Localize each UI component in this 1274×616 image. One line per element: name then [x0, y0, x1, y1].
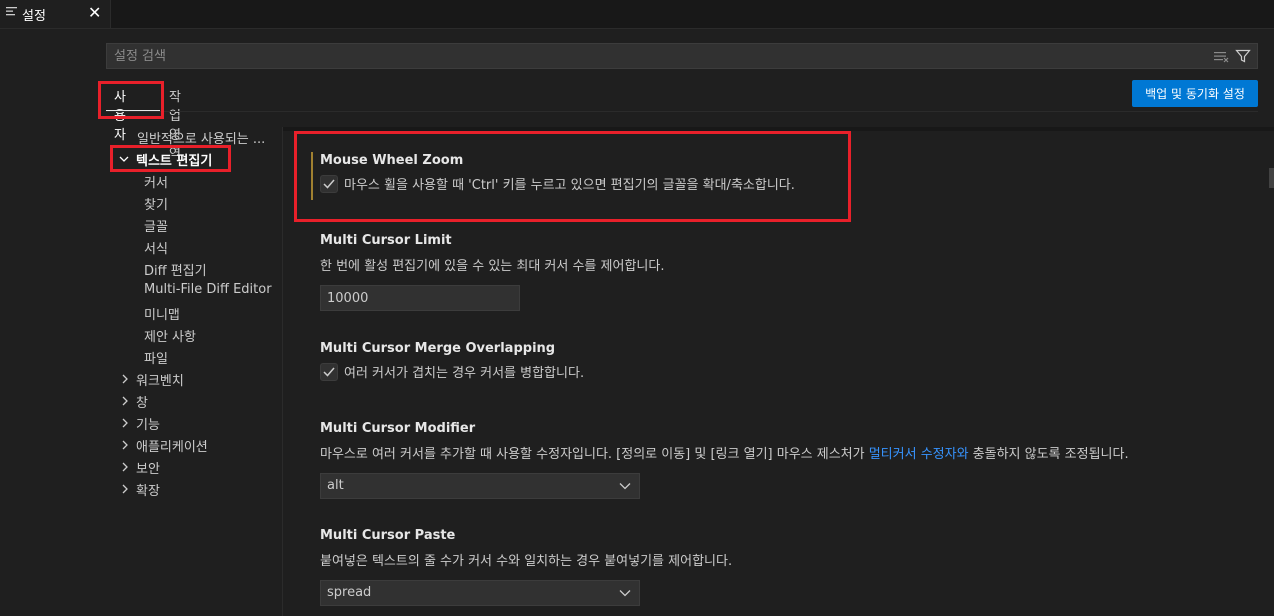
toc-item-multi-file-diff-editor[interactable]: Multi-File Diff Editor [144, 282, 272, 297]
setting-multi-cursor-modifier: Multi Cursor Modifier 마우스로 여러 커서를 추가할 때 … [320, 421, 1129, 499]
close-icon[interactable]: ✕ [88, 3, 101, 22]
dropdown-value: alt [327, 478, 344, 493]
toc-item-cursor[interactable]: 커서 [144, 172, 168, 191]
checkbox-label: 여러 커서가 겹치는 경우 커서를 병합합니다. [344, 366, 585, 381]
setting-multi-cursor-merge-overlapping: Multi Cursor Merge Overlapping 여러 커서가 겹치… [320, 341, 584, 381]
toc-item-suggestions[interactable]: 제안 사항 [144, 326, 196, 345]
multi-cursor-limit-input[interactable] [320, 285, 520, 311]
setting-description: 마우스로 여러 커서를 추가할 때 사용할 수정자입니다. [정의로 이동] 및… [320, 443, 1129, 462]
settings-list-icon [6, 7, 17, 16]
toc-item-diff-editor[interactable]: Diff 편집기 [144, 260, 207, 279]
description-text: 충돌하지 않도록 조정됩니다. [968, 447, 1129, 462]
tab-user[interactable]: 사용자 [114, 86, 126, 143]
multi-cursor-merge-checkbox[interactable] [320, 362, 338, 381]
content-sticky-header [282, 127, 1274, 131]
settings-search-input[interactable] [107, 44, 1221, 68]
highlight-box-user-tab [98, 81, 164, 119]
description-text: 마우스로 여러 커서를 추가할 때 사용할 수정자입니다. [정의로 이동] 및… [320, 447, 869, 462]
toc-item-find[interactable]: 찾기 [144, 194, 168, 213]
chevron-down-icon [619, 483, 631, 490]
check-icon [323, 179, 335, 189]
chevron-down-icon [619, 590, 631, 597]
setting-title: Multi Cursor Paste [320, 528, 456, 543]
setting-checkbox-row: 마우스 휠을 사용할 때 'Ctrl' 키를 누르고 있으면 편집기의 글꼴을 … [320, 174, 795, 193]
editor-tab-bar: 설정 ✕ [0, 0, 1274, 29]
setting-title: Multi Cursor Limit [320, 233, 452, 248]
toc-item-extensions[interactable]: 확장 [136, 480, 160, 499]
tab-settings[interactable]: 설정 ✕ [0, 0, 111, 28]
toc-item-common[interactable]: 일반적으로 사용되는 ... [137, 128, 265, 147]
toc-item-formatting[interactable]: 서식 [144, 238, 168, 257]
toc-item-application[interactable]: 애플리케이션 [136, 436, 208, 455]
multi-cursor-modifier-link[interactable]: 멀티커서 수정자와 [869, 447, 969, 462]
toc-item-files[interactable]: 파일 [144, 348, 168, 367]
chevron-right-icon[interactable] [120, 374, 130, 384]
toc-item-font[interactable]: 글꼴 [144, 216, 168, 235]
toc-item-minimap[interactable]: 미니맵 [144, 304, 180, 323]
focused-setting-indicator [311, 152, 313, 200]
check-icon [323, 367, 335, 377]
multi-cursor-modifier-dropdown[interactable]: alt [320, 473, 640, 499]
checkbox-label: 마우스 휠을 사용할 때 'Ctrl' 키를 누르고 있으면 편집기의 글꼴을 … [344, 178, 795, 193]
chevron-right-icon[interactable] [120, 462, 130, 472]
tab-label: 설정 [22, 9, 46, 24]
setting-multi-cursor-paste: Multi Cursor Paste 붙여넣은 텍스트의 줄 수가 커서 수와 … [320, 528, 732, 606]
setting-description: 붙여넣은 텍스트의 줄 수가 커서 수와 일치하는 경우 붙여넣기를 제어합니다… [320, 554, 733, 569]
chevron-right-icon[interactable] [120, 484, 130, 494]
scope-divider [106, 111, 1258, 112]
chevron-right-icon[interactable] [120, 440, 130, 450]
chevron-right-icon[interactable] [120, 418, 130, 428]
content-divider [282, 127, 283, 616]
toc-item-text-editor[interactable]: 텍스트 편집기 [136, 150, 212, 169]
setting-mouse-wheel-zoom: Mouse Wheel Zoom 마우스 휠을 사용할 때 'Ctrl' 키를 … [320, 153, 795, 193]
chevron-down-icon[interactable] [119, 154, 129, 164]
backup-sync-settings-button[interactable]: 백업 및 동기화 설정 [1132, 80, 1258, 107]
mouse-wheel-zoom-checkbox[interactable] [320, 174, 338, 193]
toc-item-window[interactable]: 창 [136, 392, 148, 411]
toc-item-workbench[interactable]: 워크벤치 [136, 370, 184, 389]
toc-item-features[interactable]: 기능 [136, 414, 160, 433]
dropdown-value: spread [327, 585, 372, 600]
chevron-right-icon[interactable] [120, 396, 130, 406]
scrollbar-marker[interactable] [1269, 168, 1274, 188]
toc-item-security[interactable]: 보안 [136, 458, 160, 477]
settings-search-box [106, 43, 1258, 69]
filter-icon[interactable] [1235, 48, 1251, 64]
setting-multi-cursor-limit: Multi Cursor Limit 한 번에 활성 편집기에 있을 수 있는 … [320, 233, 664, 311]
multi-cursor-paste-dropdown[interactable]: spread [320, 580, 640, 606]
setting-title: Multi Cursor Modifier [320, 421, 476, 436]
setting-checkbox-row: 여러 커서가 겹치는 경우 커서를 병합합니다. [320, 362, 584, 381]
clear-filter-icon[interactable] [1213, 49, 1229, 63]
setting-description: 한 번에 활성 편집기에 있을 수 있는 최대 커서 수를 제어합니다. [320, 259, 665, 274]
setting-title: Mouse Wheel Zoom [320, 153, 464, 168]
setting-title: Multi Cursor Merge Overlapping [320, 341, 556, 356]
